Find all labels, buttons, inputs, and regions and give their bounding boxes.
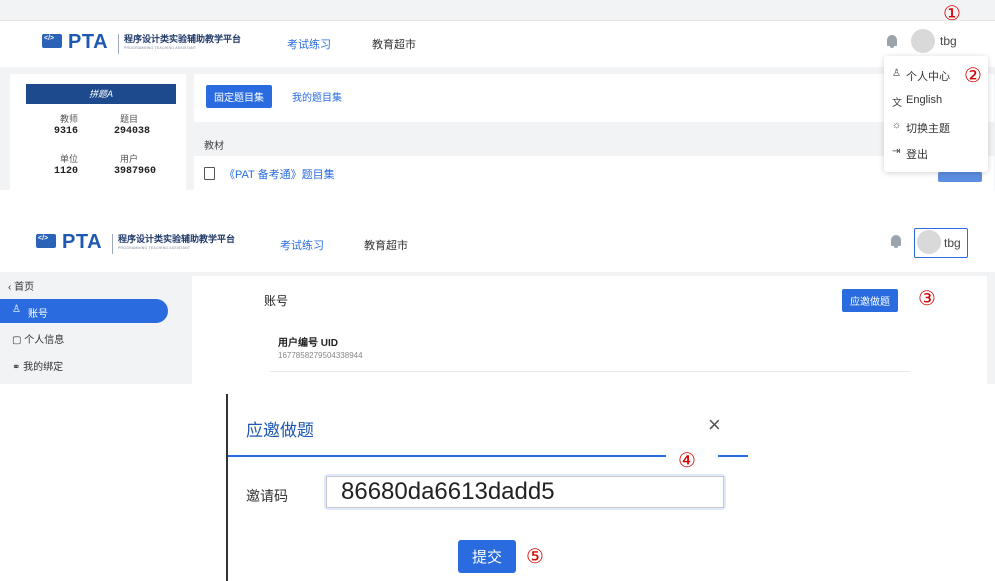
logo[interactable] xyxy=(42,34,62,53)
account-card: 账号 应邀做题 ③ 用户编号 UID 1677858279504338944 xyxy=(192,276,987,384)
stats-header: 拼题A xyxy=(26,84,176,104)
username: tbg xyxy=(944,236,961,250)
dialog-title: 应邀做题 xyxy=(246,421,314,440)
sidebar-item-profile[interactable]: ▢ 个人信息 xyxy=(12,331,64,346)
logo-subtitle-en: PROGRAMMING TEACHING ASSISTANT xyxy=(118,246,191,250)
logo-subtitle: 程序设计类实验辅助教学平台 xyxy=(124,34,242,44)
back-home-link[interactable]: ‹ 首页 xyxy=(8,278,34,293)
annotation-marker-4: ④ xyxy=(678,448,696,472)
stat-label-problems: 题目 xyxy=(120,114,139,124)
menu-item-logout[interactable]: ⇥ 登出 xyxy=(892,146,928,162)
avatar xyxy=(917,230,941,254)
invite-dialog: 应邀做题 × ④ 邀请码 提交 ⑤ xyxy=(226,394,750,581)
logo-divider xyxy=(118,34,119,54)
tab-my-sets[interactable]: 我的题目集 xyxy=(292,89,342,104)
chevron-left-icon: ‹ xyxy=(8,282,12,293)
translate-icon: 文 xyxy=(892,98,902,109)
submit-button[interactable]: 提交 xyxy=(458,540,517,573)
top-nav-bar: PTA 程序设计类实验辅助教学平台 PROGRAMMING TEACHING A… xyxy=(0,20,995,67)
invite-code-label: 邀请码 xyxy=(246,488,288,504)
panel-account: PTA 程序设计类实验辅助教学平台 PROGRAMMING TEACHING A… xyxy=(0,212,995,384)
person-icon: ♙ xyxy=(892,68,901,79)
action-button[interactable] xyxy=(938,172,982,182)
logo-text: PTA xyxy=(62,231,103,253)
logo-icon xyxy=(36,234,56,248)
bell-icon[interactable] xyxy=(887,35,897,48)
nav-education-market[interactable]: 教育超市 xyxy=(372,36,416,52)
document-icon: ▢ xyxy=(12,335,22,346)
logout-icon: ⇥ xyxy=(892,146,901,157)
tab-fixed-sets[interactable]: 固定题目集 xyxy=(206,85,272,108)
nav-education-market[interactable]: 教育超市 xyxy=(364,237,408,253)
dialog-header-divider xyxy=(228,455,666,457)
sidebar-item-label: 个人信息 xyxy=(24,335,65,346)
sidebar-item-bindings[interactable]: ⚭ 我的绑定 xyxy=(12,358,63,373)
annotation-marker-5: ⑤ xyxy=(526,544,544,568)
stats-card: 拼题A 教师 9316 题目 294038 单位 1120 用户 3987960 xyxy=(10,74,186,190)
invite-code-input[interactable] xyxy=(326,476,724,508)
username[interactable]: tbg xyxy=(940,34,957,48)
nav-exam-practice[interactable]: 考试练习 xyxy=(280,237,324,253)
logo-text: PTA xyxy=(68,31,109,53)
stat-value-units: 1120 xyxy=(54,166,79,177)
stat-value-users: 3987960 xyxy=(114,166,157,177)
annotation-marker-2: ② xyxy=(964,63,982,87)
account-title: 账号 xyxy=(264,294,289,308)
divider xyxy=(270,371,910,372)
section-title: 教材 xyxy=(204,141,224,152)
logo[interactable] xyxy=(36,234,56,253)
sidebar-item-label: 账号 xyxy=(28,309,48,320)
stat-label-teachers: 教师 xyxy=(60,114,79,124)
menu-item-label: English xyxy=(906,94,943,106)
user-dropdown-menu: ♙ 个人中心 文 English ☼ 切换主题 ⇥ 登出 ② xyxy=(884,56,988,172)
sidebar-item-label: 我的绑定 xyxy=(23,362,64,373)
sidebar-item-account[interactable]: ♙ 账号 xyxy=(0,299,168,323)
dialog-header-divider-end xyxy=(718,455,748,457)
section-header: 教材 xyxy=(194,122,994,156)
problem-set-card: 固定题目集 我的题目集 教材 《PAT 备考通》题目集 xyxy=(194,74,994,190)
stat-label-users: 用户 xyxy=(120,154,139,164)
link-icon: ⚭ xyxy=(12,362,21,373)
logo-subtitle: 程序设计类实验辅助教学平台 xyxy=(118,234,236,244)
user-menu-trigger[interactable]: tbg xyxy=(914,228,968,258)
annotation-marker-1: ① xyxy=(943,1,961,25)
bell-icon[interactable] xyxy=(891,235,901,248)
avatar[interactable] xyxy=(911,29,935,53)
nav-exam-practice[interactable]: 考试练习 xyxy=(287,36,331,52)
sun-icon: ☼ xyxy=(892,120,902,131)
menu-item-label: 登出 xyxy=(906,149,928,161)
menu-item-english[interactable]: 文 English xyxy=(892,94,943,109)
panel-user-menu: PTA 程序设计类实验辅助教学平台 PROGRAMMING TEACHING A… xyxy=(0,0,995,190)
menu-item-theme[interactable]: ☼ 切换主题 xyxy=(892,120,950,136)
book-link[interactable]: 《PAT 备考通》题目集 xyxy=(224,166,335,182)
menu-item-label: 个人中心 xyxy=(906,71,950,83)
uid-label: 用户编号 UID xyxy=(278,338,338,349)
uid-value: 1677858279504338944 xyxy=(278,351,363,360)
logo-subtitle-en: PROGRAMMING TEACHING ASSISTANT xyxy=(124,46,197,50)
menu-item-label: 切换主题 xyxy=(906,123,950,135)
close-icon[interactable]: × xyxy=(708,414,721,436)
book-icon xyxy=(204,167,215,180)
annotation-marker-3: ③ xyxy=(918,286,936,310)
stat-label-units: 单位 xyxy=(60,154,79,164)
logo-divider xyxy=(112,234,113,254)
back-home-label: 首页 xyxy=(14,282,35,293)
top-nav-bar: PTA 程序设计类实验辅助教学平台 PROGRAMMING TEACHING A… xyxy=(0,212,995,272)
menu-item-profile[interactable]: ♙ 个人中心 xyxy=(892,68,950,84)
person-icon: ♙ xyxy=(12,304,21,315)
logo-icon xyxy=(42,34,62,48)
stat-value-teachers: 9316 xyxy=(54,126,79,137)
accept-invite-button[interactable]: 应邀做题 xyxy=(842,289,898,312)
stat-value-problems: 294038 xyxy=(114,126,151,137)
